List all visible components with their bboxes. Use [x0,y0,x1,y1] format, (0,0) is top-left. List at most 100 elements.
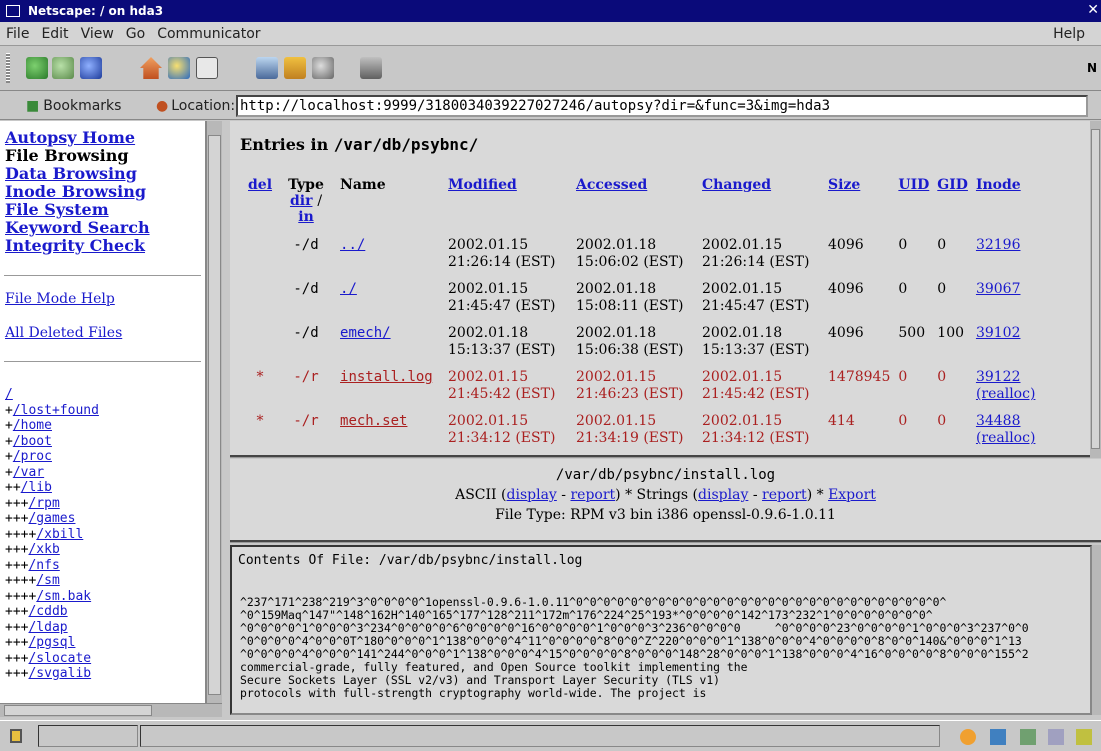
tree-link[interactable]: / [5,387,13,402]
realloc-link[interactable]: (realloc) [976,386,1035,402]
strings-label: Strings [636,487,689,503]
tree-item: ++/lib [5,480,205,496]
discussion-icon[interactable] [1020,729,1036,745]
nav-integrity-check[interactable]: Integrity Check [5,237,205,255]
tree-link[interactable]: /games [28,511,75,526]
tree-link[interactable]: /ldap [28,620,67,635]
strings-report-link[interactable]: report [762,487,807,503]
header-dir[interactable]: dir [290,193,312,209]
header-slash: / [317,193,323,209]
menu-edit[interactable]: Edit [41,26,68,42]
bookmarks-button[interactable]: ■ Bookmarks [26,98,121,114]
modified-time: 21:45:47 (EST) [448,298,556,314]
type-cell: -/d [293,237,319,253]
left-vertical-scrollbar[interactable] [206,121,222,715]
name-link[interactable]: mech.set [340,413,407,429]
ascii-report-link[interactable]: report [570,487,615,503]
all-deleted-files-link[interactable]: All Deleted Files [5,325,205,341]
header-size[interactable]: Size [828,177,860,193]
nav-data-browsing[interactable]: Data Browsing [5,165,205,183]
contents-vertical-scrollbar[interactable] [1092,545,1101,715]
tree-link[interactable]: /rpm [28,496,59,511]
checkmark-icon[interactable] [1076,729,1092,745]
header-inode[interactable]: Inode [976,177,1021,193]
location-icon[interactable]: ● [156,98,168,114]
scrollbar-thumb[interactable] [208,135,221,695]
header-modified[interactable]: Modified [448,177,517,193]
header-changed[interactable]: Changed [702,177,771,193]
name-link[interactable]: install.log [340,369,433,385]
window-menu-icon[interactable] [6,5,20,17]
name-link[interactable]: ./ [340,281,357,297]
inode-link[interactable]: 39102 [976,325,1021,341]
stop-icon[interactable] [360,57,382,79]
tree-link[interactable]: /svgalib [28,666,91,681]
tree-link[interactable]: /cddb [28,604,67,619]
tree-link[interactable]: /lib [21,480,52,495]
header-del[interactable]: del [248,177,272,193]
tree-link[interactable]: /proc [13,449,52,464]
tree-link[interactable]: /pgsql [28,635,75,650]
back-icon[interactable] [26,57,48,79]
nav-autopsy-home[interactable]: Autopsy Home [5,129,205,147]
nav-file-system[interactable]: File System [5,201,205,219]
name-link[interactable]: ../ [340,237,365,253]
tree-link[interactable]: /nfs [28,558,59,573]
search-icon[interactable] [168,57,190,79]
scrollbar-thumb[interactable] [4,705,152,716]
security-icon[interactable] [284,57,306,79]
menu-help[interactable]: Help [1053,26,1085,42]
accessed-time: 15:06:38 (EST) [576,342,684,358]
tree-link[interactable]: /xbill [36,527,83,542]
strings-display-link[interactable]: display [698,487,748,503]
nav-inode-browsing[interactable]: Inode Browsing [5,183,205,201]
header-accessed[interactable]: Accessed [576,177,647,193]
name-link[interactable]: emech/ [340,325,391,341]
inode-link[interactable]: 39067 [976,281,1021,297]
menu-go[interactable]: Go [126,26,145,42]
print-icon[interactable] [256,57,278,79]
listing-vertical-scrollbar[interactable] [1090,121,1101,458]
navigator-icon[interactable] [960,729,976,745]
tree-link[interactable]: /boot [13,434,52,449]
netscape-guide-icon[interactable] [196,57,218,79]
header-uid[interactable]: UID [898,177,929,193]
tree-link[interactable]: /lost+found [13,403,99,418]
scrollbar-thumb[interactable] [1091,129,1100,449]
url-input[interactable] [236,95,1088,117]
view-options: ASCII (display - report) * Strings (disp… [455,487,876,503]
tree-link[interactable]: /sm.bak [36,589,91,604]
menu-communicator[interactable]: Communicator [157,26,260,42]
shop-icon[interactable] [312,57,334,79]
tree-link[interactable]: /var [13,465,44,480]
tree-link[interactable]: /sm [36,573,59,588]
inode-link[interactable]: 39122 [976,369,1021,385]
menu-file[interactable]: File [6,26,29,42]
inode-link[interactable]: 34488 [976,413,1021,429]
mail-icon[interactable] [990,729,1006,745]
home-icon[interactable] [140,57,162,79]
realloc-link[interactable]: (realloc) [976,430,1035,446]
tree-link[interactable]: /home [13,418,52,433]
tree-item: +/lost+found [5,403,205,419]
export-link[interactable]: Export [828,487,876,503]
header-in[interactable]: in [298,209,314,225]
left-horizontal-scrollbar[interactable] [0,703,222,717]
header-gid[interactable]: GID [937,177,968,193]
ascii-display-link[interactable]: display [507,487,557,503]
nav-keyword-search[interactable]: Keyword Search [5,219,205,237]
reload-icon[interactable] [80,57,102,79]
tree-link[interactable]: /xkb [28,542,59,557]
forward-icon[interactable] [52,57,74,79]
security-lock-icon[interactable] [10,729,22,743]
menu-view[interactable]: View [81,26,114,42]
changed-cell: 2002.01.15 21:45:47 (EST) [702,281,828,325]
tree-link[interactable]: /slocate [28,651,91,666]
inode-link[interactable]: 32196 [976,237,1021,253]
changed-date: 2002.01.15 [702,369,783,385]
accessed-date: 2002.01.15 [576,413,657,429]
close-icon[interactable]: ✕ [1087,2,1099,18]
toolbar-grip[interactable] [6,53,10,83]
file-mode-help-link[interactable]: File Mode Help [5,291,205,307]
composer-icon[interactable] [1048,729,1064,745]
